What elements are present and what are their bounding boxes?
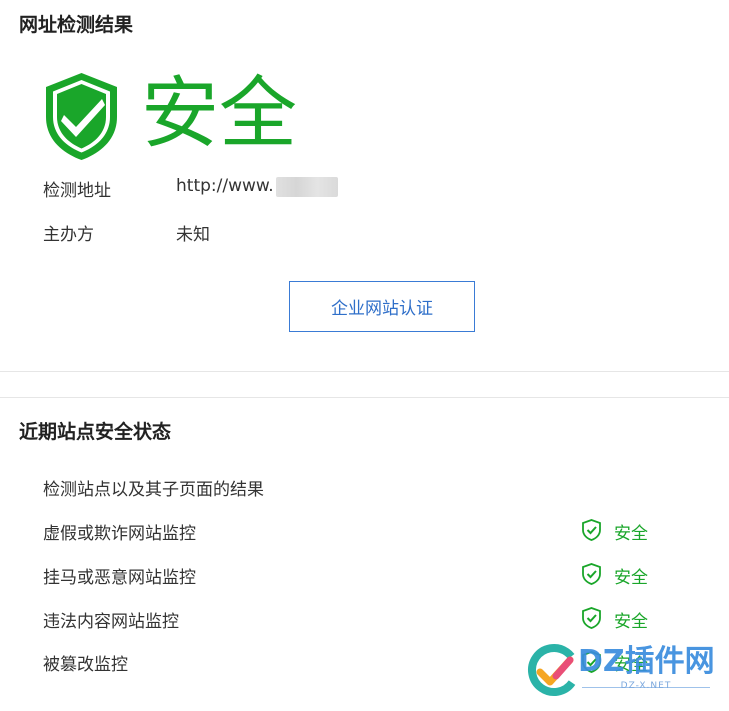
dz-logo-icon [528,644,580,696]
shield-check-icon [582,607,601,629]
sponsor-label: 主办方 [43,225,94,245]
enterprise-certification-button[interactable]: 企业网站认证 [289,281,475,332]
result-section-title: 网址检测结果 [19,14,134,36]
verdict-text: 安全 [141,69,298,159]
check-status-illegal-content: 安全 [614,612,648,632]
url-blur-mask [276,177,338,197]
check-status-malware: 安全 [614,568,648,588]
sponsor-value: 未知 [176,225,210,245]
shield-check-icon [46,73,117,160]
recent-section-title: 近期站点安全状态 [19,421,172,443]
divider [0,397,729,398]
url-label: 检测地址 [43,181,111,201]
check-label-fraud: 虚假或欺诈网站监控 [43,524,196,544]
check-label-malware: 挂马或恶意网站监控 [43,568,196,588]
check-status-fraud: 安全 [614,524,648,544]
shield-check-icon [582,563,601,585]
watermark-logo-text: DZ插件网 [578,644,715,679]
check-label-tampered: 被篡改监控 [43,655,128,675]
divider [0,371,729,372]
shield-check-icon [582,519,601,541]
recent-description: 检测站点以及其子页面的结果 [43,480,264,500]
watermark-logo-subtext: DZ-X.NET [620,681,672,691]
check-label-illegal-content: 违法内容网站监控 [43,612,179,632]
